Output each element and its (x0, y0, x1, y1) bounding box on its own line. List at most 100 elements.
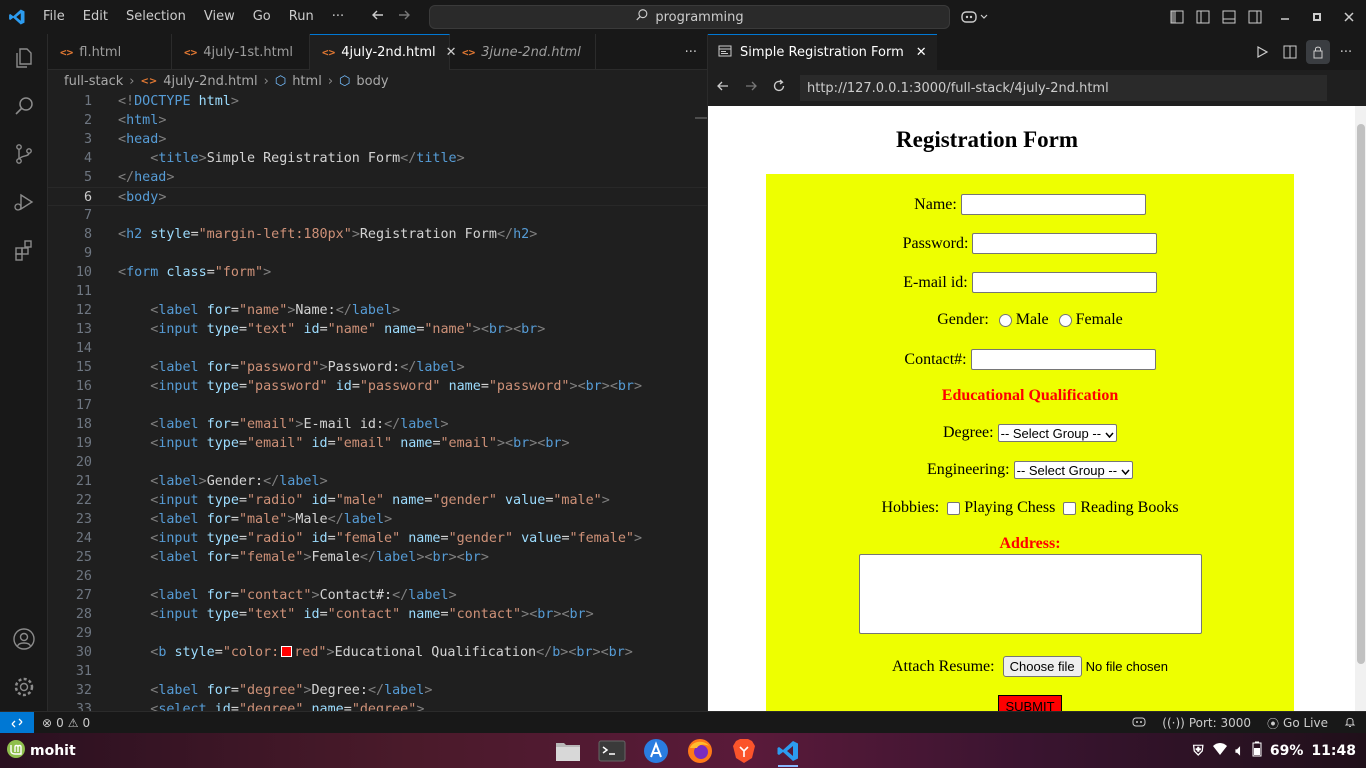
browser-forward-icon[interactable] (744, 79, 758, 97)
command-center[interactable]: programming (429, 5, 950, 29)
copilot-status-icon[interactable] (1132, 716, 1146, 731)
code-line[interactable]: 25 <label for="female">Female</label><br… (48, 548, 707, 567)
more-actions-icon[interactable]: ··· (1334, 40, 1358, 64)
name-input[interactable] (960, 194, 1146, 215)
code-line[interactable]: 17 (48, 396, 707, 415)
breadcrumb-body[interactable]: body (356, 74, 388, 89)
code-line[interactable]: 7 (48, 206, 707, 225)
accounts-icon[interactable] (0, 615, 48, 663)
close-tab-icon[interactable]: ✕ (916, 45, 927, 60)
breadcrumb-html[interactable]: html (292, 74, 322, 89)
code-line[interactable]: 30 <b style="color: red">Educational Qual… (48, 643, 707, 662)
run-icon[interactable] (1250, 40, 1274, 64)
female-label[interactable]: Female (1076, 311, 1123, 329)
code-line[interactable]: 31 (48, 662, 707, 681)
breadcrumb-file[interactable]: 4july-2nd.html (163, 74, 257, 89)
split-editor-icon[interactable] (1278, 40, 1302, 64)
source-control-icon[interactable] (0, 130, 48, 178)
code-line[interactable]: 28 <input type="text" id="contact" name=… (48, 605, 707, 624)
code-line[interactable]: 18 <label for="email">E-mail id:</label> (48, 415, 707, 434)
notifications-bell-icon[interactable] (1344, 716, 1356, 731)
menu-selection[interactable]: Selection (117, 0, 195, 34)
code-line[interactable]: 2 <html> (48, 111, 707, 130)
page-scrollbar[interactable] (1355, 106, 1366, 711)
run-debug-icon[interactable] (0, 178, 48, 226)
code-line[interactable]: 11 (48, 282, 707, 301)
search-view-icon[interactable] (0, 82, 48, 130)
software-store-icon[interactable] (638, 733, 674, 768)
lock-icon[interactable] (1306, 40, 1330, 64)
email-input[interactable] (971, 272, 1157, 293)
close-window-icon[interactable] (1332, 0, 1366, 34)
code-line[interactable]: 3 <head> (48, 130, 707, 149)
back-arrow-icon[interactable] (370, 7, 386, 27)
toggle-panel-icon[interactable] (1216, 0, 1242, 34)
engineering-select[interactable]: -- Select Group -- (1013, 461, 1134, 479)
copilot-icon[interactable] (960, 0, 990, 34)
battery-icon[interactable] (1252, 741, 1262, 761)
reading-checkbox[interactable] (1063, 501, 1077, 515)
breadcrumb-folder[interactable]: full-stack (64, 74, 123, 89)
wifi-icon[interactable] (1212, 742, 1228, 760)
submit-button[interactable]: SUBMIT (998, 695, 1062, 711)
code-line[interactable]: 27 <label for="contact">Contact#:</label… (48, 586, 707, 605)
customize-layout-icon[interactable] (1164, 0, 1190, 34)
start-menu-button[interactable]: mohit (6, 739, 76, 763)
more-actions-button[interactable]: ··· (685, 34, 697, 70)
code-line[interactable]: 4 <title>Simple Registration Form</title… (48, 149, 707, 168)
tab-3june-2nd[interactable]: <> 3june-2nd.html (450, 34, 596, 70)
code-line[interactable]: 10 <form class="form"> (48, 263, 707, 282)
menu-more[interactable]: ··· (323, 0, 353, 34)
scroll-thumb[interactable] (1357, 124, 1365, 664)
extensions-icon[interactable] (0, 226, 48, 274)
remote-indicator-icon[interactable] (0, 711, 34, 734)
toggle-sidebar-icon[interactable] (1190, 0, 1216, 34)
code-line[interactable]: 15 <label for="password">Password:</labe… (48, 358, 707, 377)
code-line[interactable]: 22 <input type="radio" id="male" name="g… (48, 491, 707, 510)
file-manager-icon[interactable] (550, 733, 586, 768)
browser-back-icon[interactable] (716, 79, 730, 97)
degree-select[interactable]: -- Select Group -- (997, 424, 1118, 442)
male-radio[interactable] (998, 313, 1012, 327)
tab-fl-html[interactable]: <> fl.html (48, 34, 172, 70)
code-line[interactable]: 23 <label for="male">Male</label> (48, 510, 707, 529)
firefox-icon[interactable] (682, 733, 718, 768)
password-input[interactable] (972, 233, 1158, 254)
contact-input[interactable] (970, 349, 1156, 370)
code-editor[interactable]: 1 <!DOCTYPE html> 2 <html> 3 <head> 4 <title>S… (48, 92, 707, 719)
shield-icon[interactable]: ⛨ (1193, 743, 1204, 759)
go-live-button[interactable]: ⦿ Go Live (1267, 715, 1328, 732)
code-line[interactable]: 29 (48, 624, 707, 643)
problems-indicator[interactable]: ⊗ 0 ⚠ 0 (42, 716, 90, 730)
port-status[interactable]: ((·)) Port: 3000 (1162, 716, 1251, 730)
chess-checkbox[interactable] (947, 501, 961, 515)
code-line[interactable]: 8 <h2 style="margin-left:180px">Registrat… (48, 225, 707, 244)
reload-icon[interactable] (772, 79, 786, 97)
tab-4july-2nd[interactable]: <> 4july-2nd.html ✕ (310, 34, 457, 70)
code-line[interactable]: 5 </head> (48, 168, 707, 187)
code-line[interactable]: 24 <input type="radio" id="female" name=… (48, 529, 707, 548)
code-line[interactable]: 1 <!DOCTYPE html> (48, 92, 707, 111)
code-line[interactable]: 14 (48, 339, 707, 358)
code-line[interactable]: 26 (48, 567, 707, 586)
toggle-secondary-sidebar-icon[interactable] (1242, 0, 1268, 34)
menu-view[interactable]: View (195, 0, 244, 34)
tab-4july-1st[interactable]: <> 4july-1st.html (172, 34, 310, 70)
choose-file-button[interactable]: Choose file (1002, 656, 1082, 677)
code-line[interactable]: 21 <label>Gender:</label> (48, 472, 707, 491)
code-line[interactable]: 16 <input type="password" id="password" … (48, 377, 707, 396)
explorer-icon[interactable] (0, 34, 48, 82)
brave-icon[interactable] (726, 733, 762, 768)
chess-label[interactable]: Playing Chess (964, 499, 1055, 517)
menu-go[interactable]: Go (244, 0, 280, 34)
code-line[interactable]: 13 <input type="text" id="name" name="na… (48, 320, 707, 339)
male-label[interactable]: Male (1016, 311, 1049, 329)
menu-edit[interactable]: Edit (74, 0, 117, 34)
terminal-icon[interactable] (594, 733, 630, 768)
manage-gear-icon[interactable] (0, 663, 48, 711)
code-line[interactable]: 6 <body> (48, 187, 707, 206)
reading-label[interactable]: Reading Books (1080, 499, 1178, 517)
url-input[interactable]: http://127.0.0.1:3000/full-stack/4july-2… (800, 75, 1327, 101)
volume-icon[interactable]: 🔈︎ (1236, 743, 1244, 759)
minimize-icon[interactable] (1268, 0, 1302, 34)
